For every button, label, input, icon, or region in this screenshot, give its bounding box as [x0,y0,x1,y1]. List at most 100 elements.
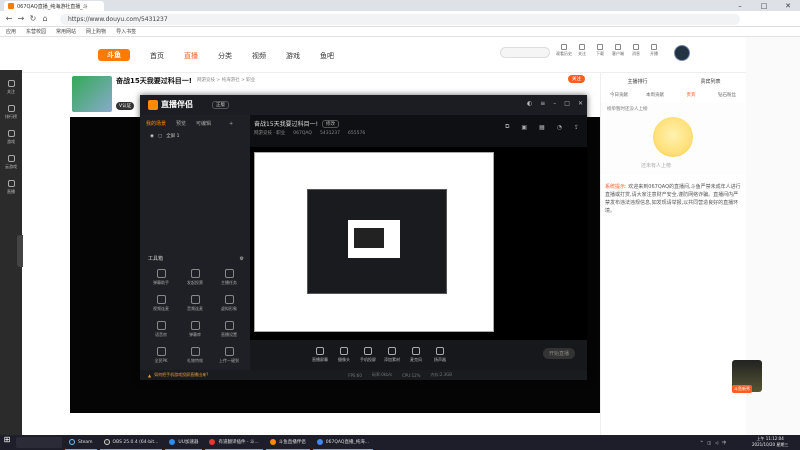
add-scene-icon[interactable]: + [229,121,233,127]
share-icon[interactable]: ⇪ [574,124,579,131]
toolbox-settings-icon[interactable]: ⚙ [240,256,244,262]
scene-item[interactable]: ◉ ▢ 全屏 1 [150,133,180,140]
tab-preview[interactable]: 预览 [176,120,186,127]
maximize-icon[interactable]: □ [564,100,570,107]
sidebar-item-games[interactable]: 游戏 [0,130,22,145]
follow-button[interactable]: 关注 [568,75,585,83]
webcam-button[interactable]: 摄像头 [332,347,356,363]
download-button[interactable]: 下载 [592,44,608,57]
start-button[interactable]: ⊞ [0,435,14,450]
sidebar-item-ranking[interactable]: 排行榜 [0,105,22,120]
tab-diamond-fans[interactable]: 钻石粉丝 [709,92,745,98]
messages-button[interactable]: 消息 [628,44,644,57]
maximize-icon[interactable]: □ [752,2,776,10]
steam-icon [69,439,75,445]
tool-pk[interactable]: 全民PK [144,343,178,369]
reload-icon[interactable]: ↻ [28,14,38,23]
system-notice: 系统提示: 欢迎来到067QAQ的直播间,斗鱼严禁未成年人进行直播或打赏,请大家… [605,183,743,215]
tool-danmaku-library[interactable]: 弹幕库 [178,317,212,343]
minimize-icon[interactable]: – [553,100,556,107]
tray-chevron-icon[interactable]: ^ [700,440,703,445]
tool-live-settings[interactable]: 直播设置 [212,317,246,343]
search-input[interactable] [500,47,550,58]
nav-live[interactable]: 直播 [184,51,198,61]
tool-gift-effects[interactable]: 礼物特效 [178,343,212,369]
tab-vip-list[interactable]: 贵宾列表 [700,78,720,85]
grid-icon[interactable]: ▦ [539,124,545,131]
sidebar-collapse-handle[interactable] [17,235,23,267]
nav-home[interactable]: 首页 [150,51,164,61]
room-tags[interactable]: 网游竞技 > 纯海游社 > 职业 [197,77,255,83]
avatar[interactable] [674,45,690,61]
taskbar-search[interactable] [16,437,62,448]
taskbar-item-obs[interactable]: OBS 25.0.4 (64-bit... [99,435,163,450]
close-icon[interactable]: ✕ [776,2,800,10]
forward-icon[interactable]: → [16,14,26,23]
status-tip[interactable]: 如何把手机游戏投屏直播出来? [154,372,208,378]
bookmark-item[interactable]: 导入书签 [116,28,136,35]
site-logo[interactable]: 斗鱼 [98,49,130,61]
lock-icon[interactable]: ▣ [521,124,527,131]
streamer-avatar[interactable] [72,76,112,112]
bookmark-item[interactable]: 常用网站 [56,28,76,35]
tool-voice-room[interactable]: 语音房 [144,317,178,343]
screen-capture-button[interactable]: 直播屏幕 [308,347,332,363]
go-live-button[interactable]: 开播 [646,44,662,57]
sidebar-item-follow[interactable]: 关注 [0,80,22,95]
copy-icon[interactable]: ⧉ [505,123,509,131]
nav-games[interactable]: 游戏 [286,51,300,61]
nav-video[interactable]: 视频 [252,51,266,61]
tool-upload[interactable]: 上传一键到 [212,343,246,369]
minimize-icon[interactable]: – [728,2,752,10]
nav-yuba[interactable]: 鱼吧 [320,51,334,61]
tab-today[interactable]: 今日贡献 [601,92,637,98]
tool-avatar[interactable]: 虚拟形象 [212,291,246,317]
tool-audio-call[interactable]: 音频连麦 [178,291,212,317]
lock-icon[interactable]: ▢ [158,134,162,139]
url-field[interactable]: https://www.douyu.com/5431237 [60,14,740,25]
live-preview[interactable] [250,147,587,340]
taskbar-item-uu[interactable]: UU加速器 [165,435,203,450]
tool-video-call[interactable]: 视频连麦 [144,291,178,317]
bell-icon[interactable]: ◔ [557,124,562,131]
bookmark-item[interactable]: 网上购物 [86,28,106,35]
home-icon[interactable]: ⌂ [40,14,50,23]
back-icon[interactable]: ← [4,14,14,23]
tool-task[interactable]: 主播任务 [212,265,246,291]
edit-title-button[interactable]: 修改 [322,119,340,128]
taskbar-item-chrome[interactable]: 067QAQ直播_纯海... [312,435,373,450]
tab-my-scene[interactable]: 我的场景 [146,120,166,127]
room-category[interactable]: 网游竞技 · 职业 [254,130,285,136]
follow-list-button[interactable]: 关注 [574,44,590,57]
microphone-button[interactable]: 麦克风 [404,347,428,363]
ime-indicator[interactable]: 中 [722,440,726,446]
nav-category[interactable]: 分类 [218,51,232,61]
phone-mirror-button[interactable]: 手机投屏 [356,347,380,363]
menu-icon[interactable]: ≡ [540,100,545,107]
browser-tab[interactable]: 067QAQ直播_纯海游社直播_斗 [4,1,104,11]
skin-icon[interactable]: ◐ [527,100,532,107]
sidebar-item-cloud-game[interactable]: 云游戏 [0,155,22,170]
client-button[interactable]: 客户端 [610,44,626,57]
tab-week[interactable]: 本周贡献 [637,92,673,98]
sidebar-item-live[interactable]: 直播 [0,180,22,195]
tool-danmaku[interactable]: 弹幕助手 [144,265,178,291]
tab-vip[interactable]: 贵宾 [673,92,709,98]
speaker-button[interactable]: 扬声器 [428,347,452,363]
taskbar-clock[interactable]: 上午 11:12:04 2021/10/20 星期三 [752,436,788,448]
taskbar-item-companion[interactable]: 斗鱼直播伴侣 [265,435,310,450]
add-source-button[interactable]: 添加素材 [380,347,404,363]
tab-editable[interactable]: 可编辑 [196,120,211,127]
volume-icon[interactable]: ◁ [715,440,718,445]
taskbar-item-steam[interactable]: Steam [65,435,97,450]
bookmark-item[interactable]: 应用 [6,28,16,35]
tool-vote[interactable]: 发起投票 [178,265,212,291]
close-icon[interactable]: ✕ [578,100,583,107]
history-button[interactable]: 观看历史 [556,44,572,57]
taskbar-item-translator[interactable]: 有道翻译插件 - 斗... [205,435,263,450]
eye-icon[interactable]: ◉ [150,134,154,139]
tab-anchor-rank[interactable]: 主播排行 [627,78,647,85]
bookmark-item[interactable]: 东营校园 [26,28,46,35]
start-live-button[interactable]: 开始直播 [542,348,575,359]
network-icon[interactable]: ◫ [707,440,711,445]
